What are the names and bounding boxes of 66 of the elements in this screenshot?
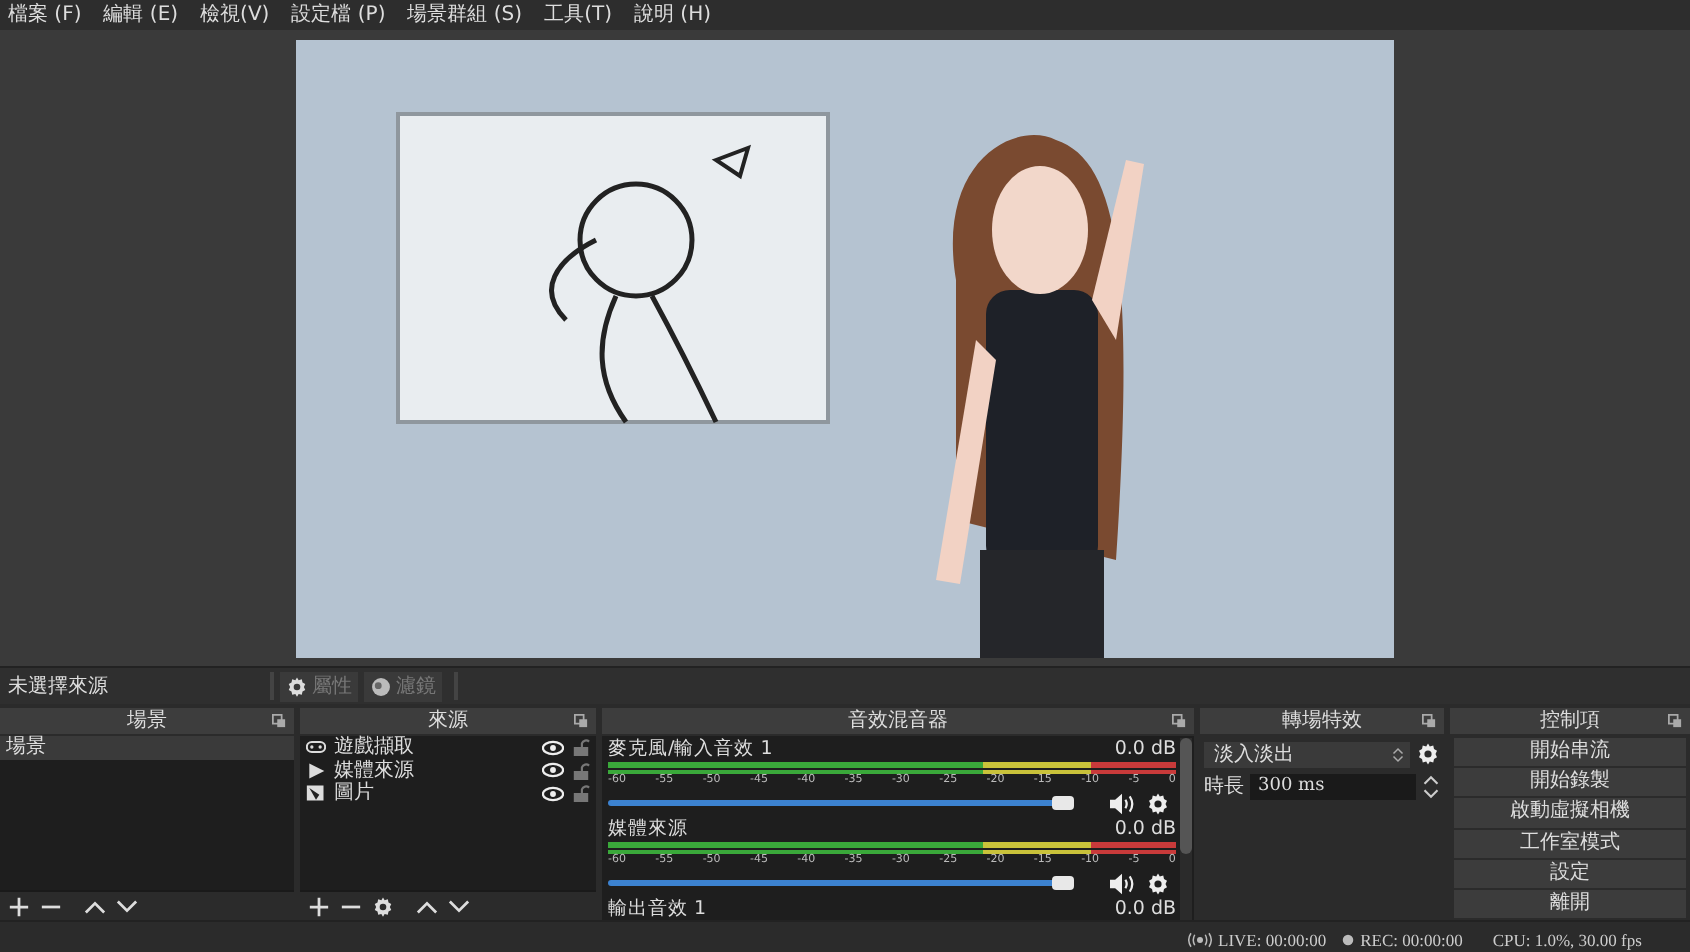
settings-icon[interactable] [372,895,394,917]
transition-dropdown[interactable]: 淡入淡出 [1204,741,1410,767]
transitions-title: 轉場特效 [1282,709,1362,733]
volume-reading: 0.0 dB [1114,818,1176,840]
settings-icon[interactable] [1146,791,1170,815]
eye-icon[interactable] [542,739,564,756]
control-button[interactable]: 工作室模式 [1454,829,1686,858]
eye-icon[interactable] [542,785,564,802]
channel-name: 媒體來源 [608,818,688,840]
menu-item[interactable]: 場景群組 (S) [407,2,523,28]
spinner-arrows-icon [1392,745,1404,763]
undock-icon[interactable] [1172,714,1186,728]
channel-name: 輸出音效 1 [608,898,707,920]
undock-icon[interactable] [272,714,286,728]
image-icon [306,784,326,803]
menu-item[interactable]: 檢視(V) [200,2,270,28]
speaker-icon[interactable] [1108,791,1136,815]
gear-icon [286,675,308,697]
scenes-title: 場景 [127,709,167,733]
settings-icon[interactable] [1416,742,1440,766]
controls-title: 控制項 [1540,709,1600,733]
broadcast-icon [1188,931,1212,947]
undock-icon[interactable] [574,714,588,728]
down-icon[interactable] [116,895,138,917]
scene-item[interactable]: 場景 [0,736,294,760]
control-button[interactable]: 啟動虛擬相機 [1454,798,1686,828]
volume-reading: 0.0 dB [1114,738,1176,760]
down-icon[interactable] [448,895,470,917]
menu-item[interactable]: 設定檔 (P) [291,2,386,28]
add-icon[interactable] [8,895,30,917]
duration-field[interactable]: 300 ms [1250,773,1416,799]
add-icon[interactable] [308,895,330,917]
source-name[interactable]: 遊戲擷取 [334,736,534,759]
filter-icon [370,675,392,697]
channel-name: 麥克風/輸入音效 1 [608,738,773,760]
live-time: LIVE: 00:00:00 [1218,929,1327,949]
lock-icon[interactable] [572,784,590,803]
control-button[interactable]: 開始串流 [1454,738,1686,767]
spinner-arrows-icon[interactable] [1422,773,1440,799]
menu-item[interactable]: 編輯 (E) [103,2,179,28]
source-name[interactable]: 媒體來源 [334,759,534,782]
menu-item[interactable]: 工具(T) [544,2,612,28]
lock-icon[interactable] [572,738,590,757]
rec-time: REC: 00:00:00 [1360,929,1463,949]
play-icon [306,761,326,780]
cpu-fps-readout: CPU: 1.0%, 30.00 fps [1492,929,1642,949]
control-button[interactable]: 開始錄製 [1454,768,1686,797]
scrollbar[interactable] [1180,738,1192,920]
mixer-title: 音效混音器 [848,709,948,733]
menu-item[interactable]: 檔案 (F) [8,2,82,28]
control-button[interactable]: 設定 [1454,859,1686,888]
settings-icon[interactable] [1146,871,1170,895]
menu-item[interactable]: 說明 (H) [633,2,711,28]
eye-icon[interactable] [542,762,564,779]
control-button[interactable]: 離開 [1454,889,1686,919]
source-name[interactable]: 圖片 [334,782,534,805]
gamepad-icon [306,738,326,757]
volume-reading: 0.0 dB [1114,898,1176,920]
sources-title: 來源 [428,709,468,733]
lock-icon[interactable] [572,761,590,780]
speaker-icon[interactable] [1108,871,1136,895]
undock-icon[interactable] [1668,714,1682,728]
undock-icon[interactable] [1422,714,1436,728]
no-source-selected-label: 未選擇來源 [6,673,110,700]
record-dot-icon [1342,933,1355,945]
duration-label: 時長 [1204,773,1244,800]
